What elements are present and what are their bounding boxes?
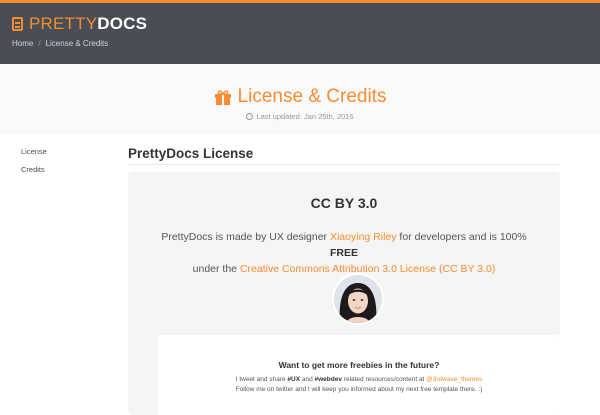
avatar: [332, 273, 384, 325]
brand-text-bold: DOCS: [97, 14, 148, 33]
sidebar-item-credits[interactable]: Credits: [21, 165, 47, 174]
section-title: PrettyDocs License: [128, 146, 254, 161]
license-text-part: PrettyDocs is made by UX designer: [161, 231, 330, 243]
license-text-part: under the: [192, 263, 240, 275]
promo-text-part: related resources/content at: [341, 376, 427, 383]
twitter-link[interactable]: @3rdwave_themes: [426, 376, 482, 383]
designer-link[interactable]: Xiaoying Riley: [330, 231, 397, 243]
last-updated-text: Last updated: Jan 25th, 2016: [256, 112, 354, 121]
avatar-portrait: [334, 275, 382, 323]
document-icon: [12, 17, 23, 31]
promo-text-part: I tweet and share: [235, 376, 288, 383]
page-hero: License & Credits Last updated: Jan 25th…: [0, 64, 600, 134]
promo-text: I tweet and share #UX and #webdev relate…: [158, 375, 560, 395]
license-description: PrettyDocs is made by UX designer Xiaoyi…: [148, 229, 540, 277]
hashtag-webdev: #webdev: [314, 376, 342, 383]
brand-text-light: PRETTY: [29, 14, 98, 33]
brand-logo[interactable]: PRETTY DOCS: [12, 14, 147, 34]
promo-text-part: Follow me on twitter and I will keep you…: [235, 386, 483, 393]
breadcrumb-separator: /: [38, 39, 41, 48]
clock-icon: [246, 113, 254, 120]
section-divider: [128, 164, 560, 165]
sidebar-nav: License Credits: [21, 147, 47, 183]
license-link[interactable]: Creative Commons Attribution 3.0 License…: [240, 263, 495, 275]
breadcrumb: Home / License & Credits: [12, 39, 108, 48]
promo-heading: Want to get more freebies in the future?: [278, 360, 440, 370]
page-title: License & Credits: [237, 86, 387, 107]
promo-text-part: and: [300, 376, 315, 383]
license-heading: CC BY 3.0: [310, 195, 378, 211]
sidebar-item-license[interactable]: License: [21, 147, 47, 156]
last-updated: Last updated: Jan 25th, 2016: [0, 112, 600, 121]
license-card: CC BY 3.0 PrettyDocs is made by UX desig…: [128, 172, 560, 415]
breadcrumb-home[interactable]: Home: [12, 39, 33, 48]
site-header: PRETTY DOCS Home / License & Credits: [0, 3, 600, 64]
free-label: FREE: [329, 247, 358, 259]
license-text-part: for developers and is 100%: [396, 231, 527, 243]
hashtag-ux: #UX: [287, 376, 301, 383]
promo-box: Want to get more freebies in the future?…: [158, 335, 560, 415]
breadcrumb-current: License & Credits: [45, 39, 109, 48]
gift-icon: [214, 90, 231, 105]
title-row: License & Credits: [0, 86, 600, 108]
